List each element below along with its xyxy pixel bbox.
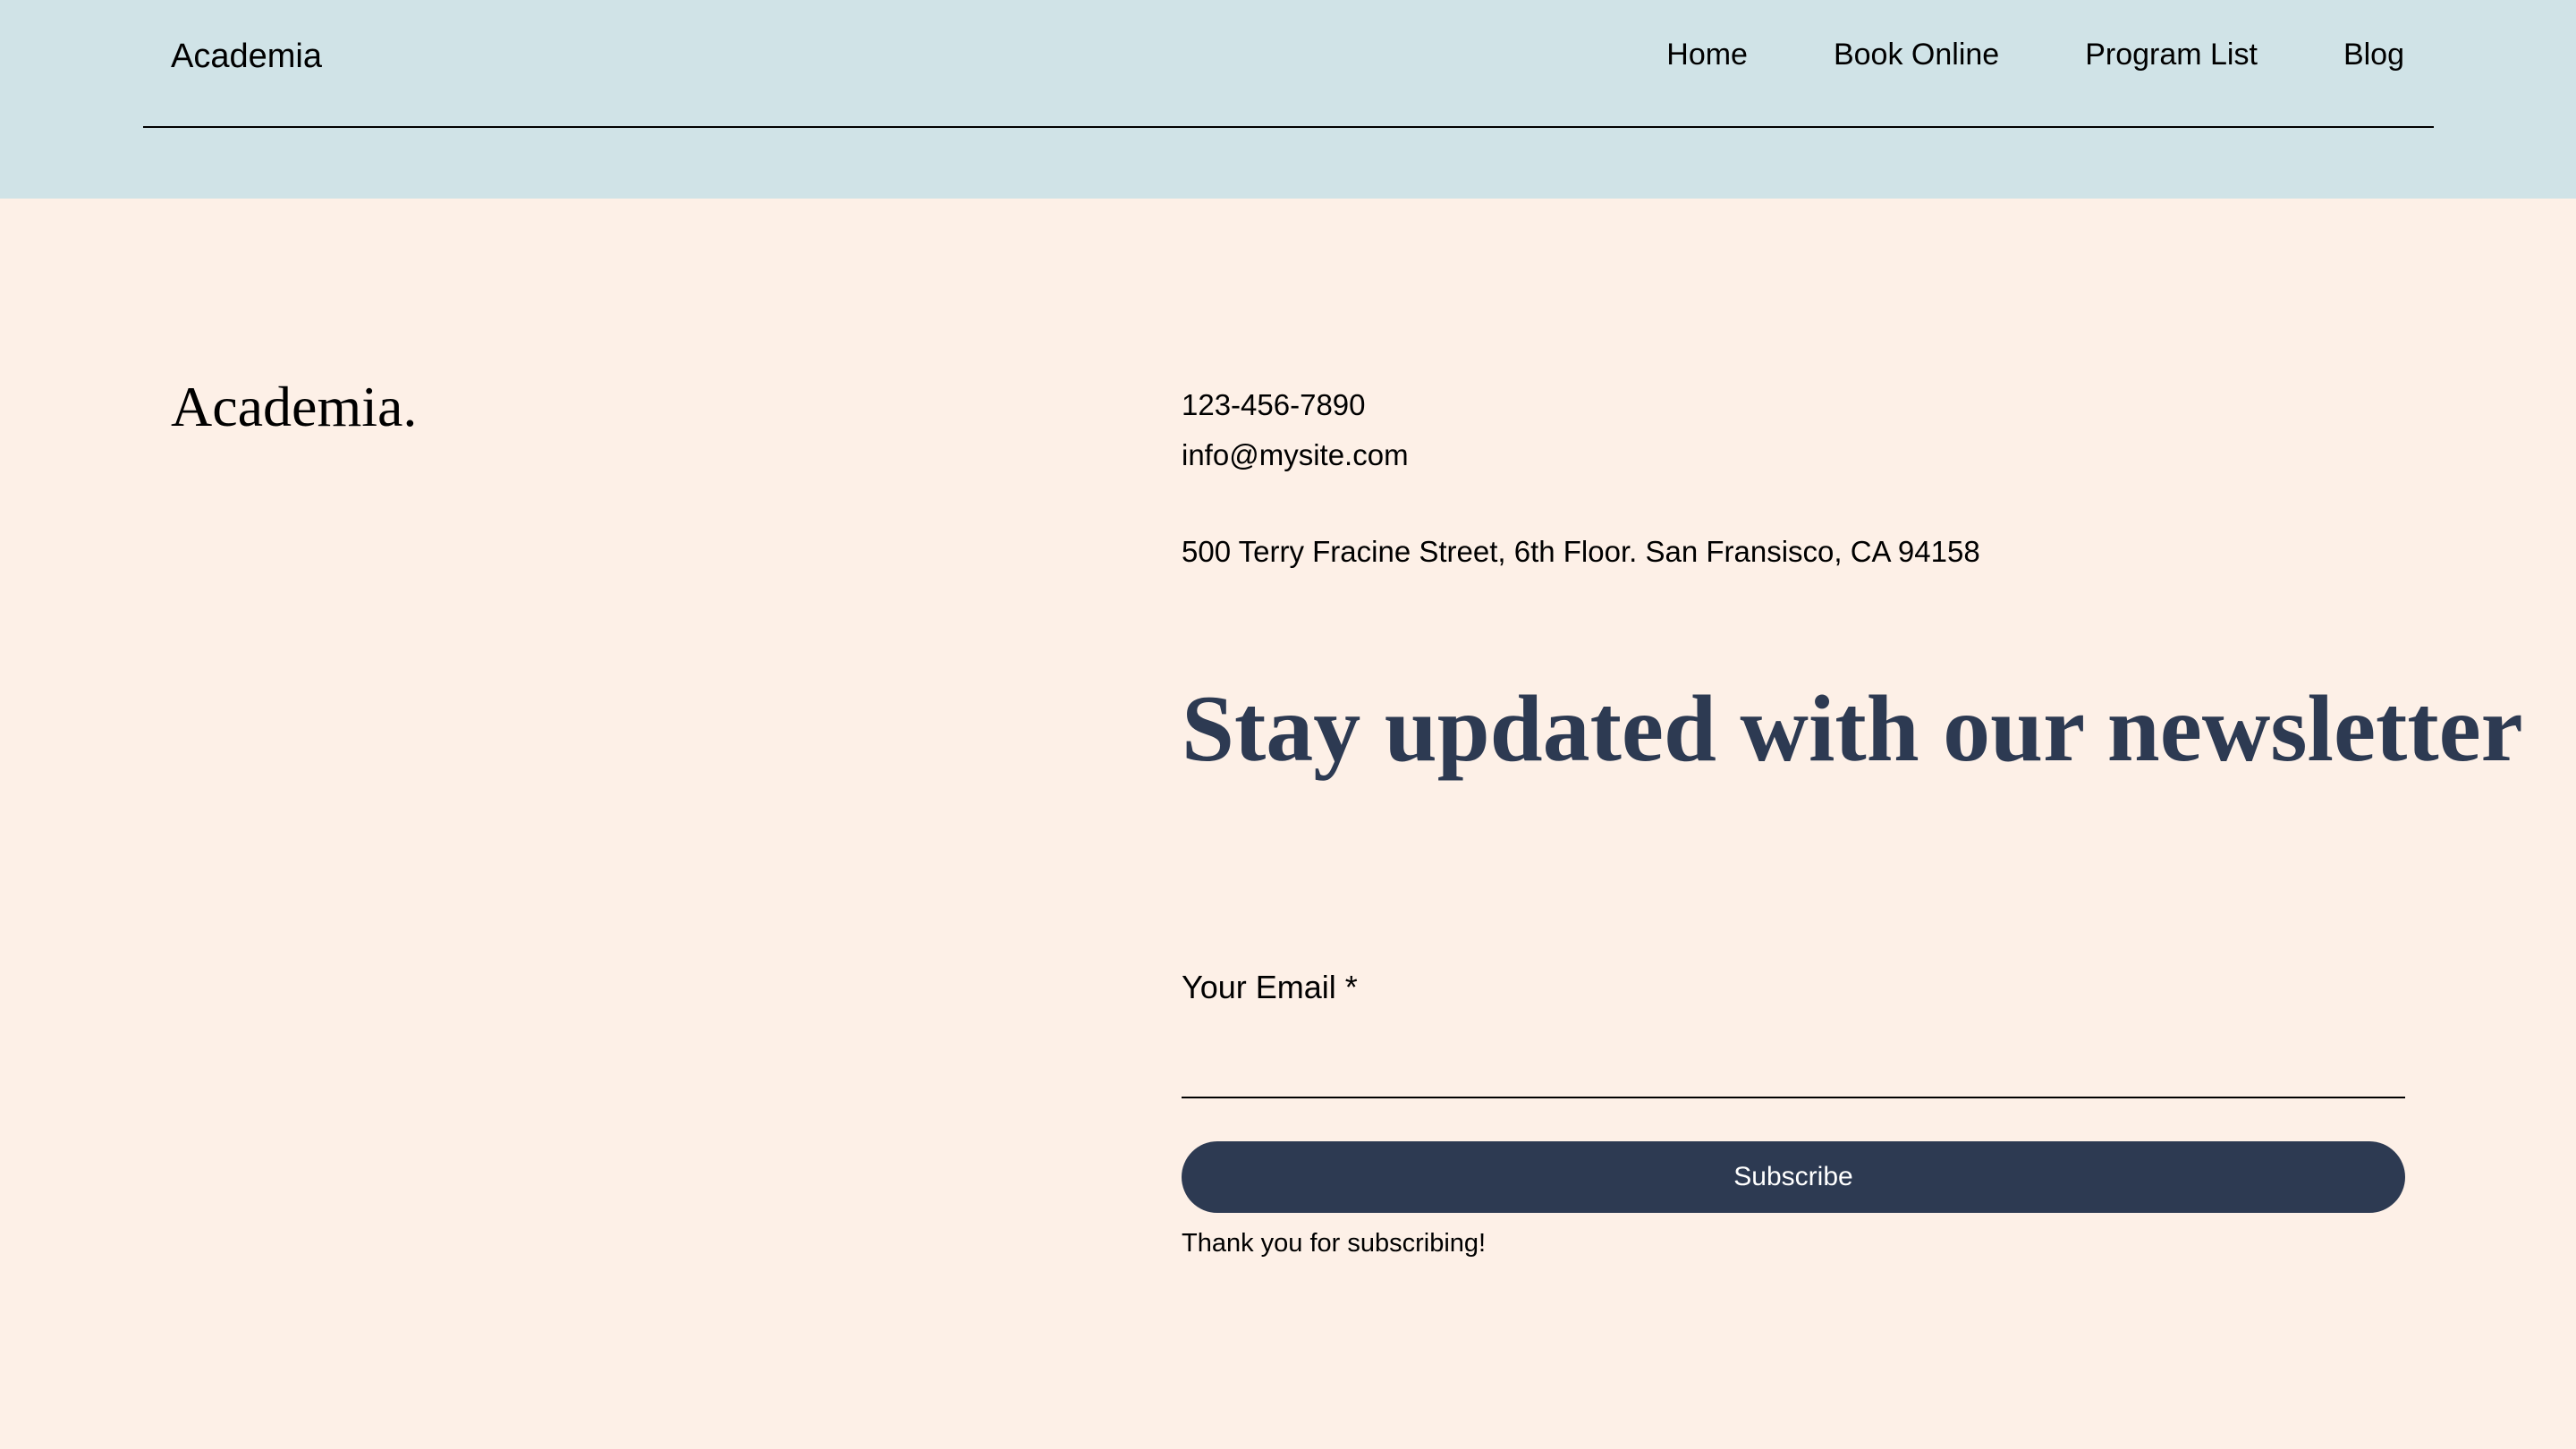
site-brand-link[interactable]: Academia — [171, 38, 322, 76]
contact-phone: 123-456-7890 — [1182, 388, 1366, 421]
newsletter-headline: Stay updated with our newsletter — [1182, 676, 2523, 781]
header-divider — [143, 126, 2434, 128]
contact-address: 500 Terry Fracine Street, 6th Floor. San… — [1182, 535, 1980, 568]
footer-logo: Academia. — [171, 375, 418, 438]
subscribe-button[interactable]: Subscribe — [1182, 1141, 2405, 1213]
main-nav: Home Book Online Program List Blog — [1666, 38, 2404, 72]
email-field[interactable] — [1182, 1020, 2405, 1098]
site-header: Academia Home Book Online Program List B… — [0, 0, 2576, 199]
subscribe-success-message: Thank you for subscribing! — [1182, 1229, 1487, 1258]
contact-email: info@mysite.com — [1182, 438, 1409, 471]
nav-item-book-online[interactable]: Book Online — [1834, 38, 1999, 72]
nav-item-program-list[interactable]: Program List — [2085, 38, 2258, 72]
nav-item-blog[interactable]: Blog — [2343, 38, 2404, 72]
nav-item-home[interactable]: Home — [1666, 38, 1748, 72]
email-field-label: Your Email * — [1182, 969, 1358, 1005]
contact-info: 123-456-7890 info@mysite.com — [1182, 380, 1409, 480]
